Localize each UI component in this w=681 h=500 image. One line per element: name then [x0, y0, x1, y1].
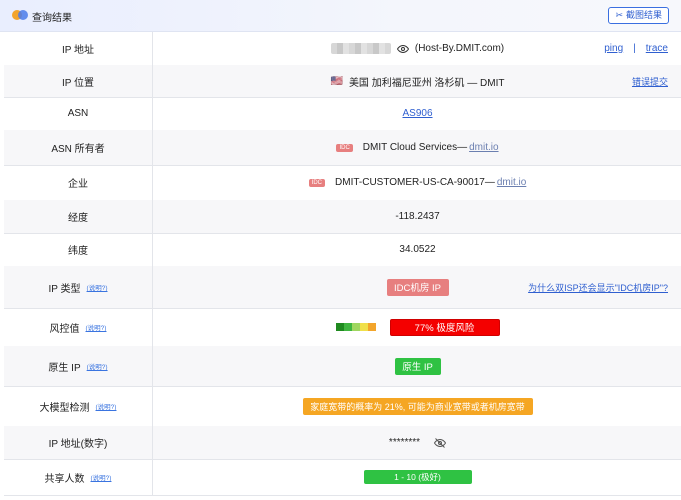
- help-link[interactable]: (说明?): [87, 282, 108, 292]
- row-ip-numeric: IP 地址(数字) ********: [4, 426, 681, 460]
- results-header: 查询结果 ✂ 截图结果: [0, 0, 681, 32]
- row-ip-address: IP 地址 (Host-By.DMIT.com) ping | trace: [4, 32, 681, 66]
- report-error-link[interactable]: 错误提交: [632, 65, 668, 97]
- row-label: 经度: [4, 200, 153, 233]
- host-name: (Host-By.DMIT.com): [414, 43, 505, 54]
- row-native-ip: 原生 IP (说明?) 原生 IP: [4, 346, 681, 387]
- help-link[interactable]: (说明?): [87, 361, 108, 371]
- llm-detection-badge: 家庭宽带的概率为 21%, 可能为商业宽带或者机房宽带: [302, 397, 533, 415]
- row-label: 纬度: [4, 233, 153, 266]
- latitude-value: 34.0522: [399, 244, 436, 255]
- company-domain-link[interactable]: dmit.io: [497, 177, 526, 188]
- eye-off-icon[interactable]: [434, 437, 447, 449]
- row-risk-score: 风控值 (说明?) 77% 极度风险: [4, 308, 681, 347]
- row-value: AS906: [153, 97, 681, 130]
- row-longitude: 经度 -118.2437: [4, 200, 681, 234]
- logo-icon: [12, 10, 28, 20]
- row-asn: ASN AS906: [4, 97, 681, 131]
- link-separator: |: [633, 43, 636, 54]
- row-value: 1 - 10 (极好): [153, 459, 681, 495]
- row-label-text: 大模型检测: [39, 402, 90, 414]
- location-text: 美国 加利福尼亚州 洛杉矶 — DMIT: [348, 77, 505, 89]
- row-ip-type: IP 类型 (说明?) IDC机房 IP 为什么双ISP还会显示"IDC机房IP…: [4, 266, 681, 309]
- idc-badge: IDC: [308, 178, 326, 187]
- row-value: 家庭宽带的概率为 21%, 可能为商业宽带或者机房宽带: [153, 386, 681, 426]
- row-label: ASN 所有者: [4, 130, 153, 165]
- row-label: 大模型检测 (说明?): [4, 386, 153, 426]
- row-value: (Host-By.DMIT.com): [153, 32, 681, 65]
- asn-owner-name: DMIT Cloud Services—: [362, 142, 468, 153]
- row-label: IP 位置: [4, 65, 153, 97]
- screenshot-button[interactable]: ✂ 截图结果: [608, 7, 669, 24]
- row-label: 原生 IP (说明?): [4, 346, 153, 386]
- row-value: IDC DMIT Cloud Services— dmit.io: [153, 130, 681, 165]
- row-label: IP 类型 (说明?): [4, 266, 153, 308]
- ping-link[interactable]: ping: [604, 43, 623, 54]
- row-latitude: 纬度 34.0522: [4, 233, 681, 267]
- row-label: 共享人数 (说明?): [4, 459, 153, 495]
- risk-meter: [335, 323, 376, 331]
- tool-links: ping | trace: [604, 32, 668, 65]
- row-label: 风控值 (说明?): [4, 308, 153, 346]
- row-value: IDC DMIT-CUSTOMER-US-CA-90017— dmit.io: [153, 165, 681, 200]
- row-shared-users: 共享人数 (说明?) 1 - 10 (极好): [4, 459, 681, 496]
- shared-users-badge: 1 - 10 (极好): [363, 470, 472, 484]
- results-title: 查询结果: [32, 13, 72, 24]
- scissors-icon: ✂: [615, 10, 623, 20]
- row-label: ASN: [4, 97, 153, 130]
- risk-badge: 77% 极度风险: [389, 318, 500, 336]
- why-idc-link[interactable]: 为什么双ISP还会显示"IDC机房IP"?: [528, 266, 668, 308]
- row-value: 77% 极度风险: [153, 308, 681, 346]
- us-flag-icon: 🇺🇸: [330, 75, 343, 87]
- eye-icon[interactable]: [396, 43, 409, 55]
- ip-type-badge: IDC机房 IP: [386, 278, 449, 296]
- row-label: 企业: [4, 165, 153, 200]
- row-value: 🇺🇸 美国 加利福尼亚州 洛杉矶 — DMIT: [153, 65, 681, 97]
- row-label-text: 风控值: [49, 323, 80, 335]
- row-company: 企业 IDC DMIT-CUSTOMER-US-CA-90017— dmit.i…: [4, 165, 681, 201]
- row-ip-location: IP 位置 🇺🇸 美国 加利福尼亚州 洛杉矶 — DMIT 错误提交: [4, 65, 681, 98]
- asn-link[interactable]: AS906: [402, 108, 432, 119]
- ip-numeric-value: ********: [388, 437, 421, 448]
- longitude-value: -118.2437: [395, 211, 440, 222]
- help-link[interactable]: (说明?): [91, 472, 112, 482]
- help-link[interactable]: (说明?): [86, 322, 107, 332]
- row-label-text: 共享人数: [44, 473, 85, 485]
- help-link[interactable]: (说明?): [96, 401, 117, 411]
- row-value: 原生 IP: [153, 346, 681, 386]
- native-ip-badge: 原生 IP: [394, 357, 441, 375]
- idc-badge: IDC: [336, 143, 353, 152]
- row-label: IP 地址: [4, 32, 153, 65]
- masked-ip: [330, 43, 391, 54]
- company-name: DMIT-CUSTOMER-US-CA-90017—: [335, 177, 495, 188]
- row-value: ********: [153, 426, 681, 459]
- trace-link[interactable]: trace: [646, 43, 668, 54]
- row-label: IP 地址(数字): [4, 426, 153, 459]
- row-asn-owner: ASN 所有者 IDC DMIT Cloud Services— dmit.io: [4, 130, 681, 166]
- row-label-text: IP 类型: [48, 283, 81, 295]
- asn-owner-domain-link[interactable]: dmit.io: [469, 142, 498, 153]
- screenshot-button-label: 截图结果: [625, 10, 662, 20]
- row-label-text: 原生 IP: [48, 362, 81, 374]
- row-llm-detection: 大模型检测 (说明?) 家庭宽带的概率为 21%, 可能为商业宽带或者机房宽带: [4, 386, 681, 427]
